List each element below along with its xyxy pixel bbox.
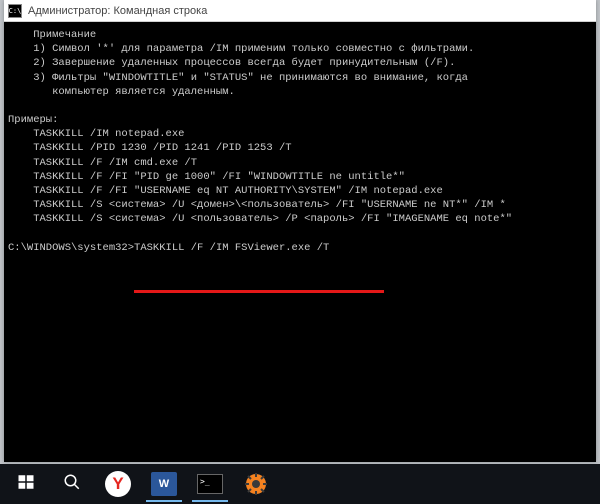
example-line: TASKKILL /PID 1230 /PID 1241 /PID 1253 /… — [8, 142, 292, 154]
example-line: TASKKILL /F /IM cmd.exe /T — [8, 157, 197, 169]
example-line: TASKKILL /S <система> /U <домен>\<пользо… — [8, 199, 506, 211]
example-line: TASKKILL /IM notepad.exe — [8, 128, 184, 140]
examples-heading: Примеры: — [8, 114, 58, 126]
window-title: Администратор: Командная строка — [28, 5, 207, 17]
note-line: 1) Символ '*' для параметра /IM применим… — [8, 43, 474, 55]
gear-icon — [244, 472, 268, 496]
note-line: 2) Завершение удаленных процессов всегда… — [8, 57, 455, 69]
taskbar: Y W >_ — [0, 464, 600, 504]
note-line: компьютер является удаленным. — [8, 86, 235, 98]
word-icon: W — [151, 472, 177, 496]
taskbar-app-cmd[interactable]: >_ — [188, 466, 232, 502]
taskbar-app-yandex[interactable]: Y — [96, 466, 140, 502]
console-area[interactable]: Примечание 1) Символ '*' для параметра /… — [4, 22, 596, 462]
search-button[interactable] — [50, 466, 94, 502]
yandex-icon: Y — [105, 471, 131, 497]
prompt-command: TASKKILL /F /IM FSViewer.exe /T — [134, 242, 329, 254]
note-heading: Примечание — [8, 29, 96, 41]
command-prompt-window: C:\ Администратор: Командная строка Прим… — [4, 0, 596, 462]
note-line: 3) Фильтры "WINDOWTITLE" и "STATUS" не п… — [8, 72, 468, 84]
windows-icon — [17, 473, 35, 496]
titlebar[interactable]: C:\ Администратор: Командная строка — [4, 0, 596, 22]
cmd-window-icon: C:\ — [8, 4, 22, 18]
taskbar-app-word[interactable]: W — [142, 466, 186, 502]
cmd-icon: >_ — [197, 474, 223, 494]
example-line: TASKKILL /F /FI "USERNAME eq NT AUTHORIT… — [8, 185, 443, 197]
prompt-path: C:\WINDOWS\system32> — [8, 242, 134, 254]
example-line: TASKKILL /S <система> /U <пользователь> … — [8, 213, 512, 225]
search-icon — [63, 473, 81, 496]
taskbar-app-settings[interactable] — [234, 466, 278, 502]
example-line: TASKKILL /F /FI "PID ge 1000" /FI "WINDO… — [8, 171, 405, 183]
annotation-underline — [134, 290, 384, 293]
start-button[interactable] — [4, 466, 48, 502]
